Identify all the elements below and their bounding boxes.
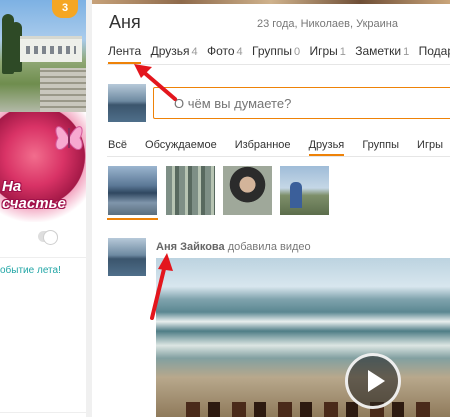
tab-label: Заметки: [355, 44, 402, 58]
sticker-caption: На счастье: [2, 178, 66, 212]
notification-badge[interactable]: 3: [52, 0, 78, 18]
tab-count: 4: [191, 46, 198, 58]
tab-friends[interactable]: Друзья 4: [151, 44, 198, 58]
avatar[interactable]: [108, 238, 146, 276]
divider: [0, 257, 86, 258]
page: 3 На счастье обытие лета! Аня 23 года, Н…: [0, 0, 450, 417]
butterfly-icon: [55, 126, 83, 151]
tab-label: Фото: [206, 44, 235, 58]
stairs-image: [40, 68, 86, 112]
tab-label: Подарк: [418, 44, 450, 58]
feed-filters: Всё Обсуждаемое Избранное Друзья Группы …: [108, 139, 450, 156]
selected-indicator: [107, 218, 158, 220]
tab-label: Друзья: [150, 44, 190, 58]
video-preview[interactable]: [156, 258, 450, 417]
author-link[interactable]: Аня Зайкова: [156, 241, 225, 253]
tab-count: 1: [339, 46, 346, 58]
palace-image: [20, 36, 82, 62]
activity-header: Аня Зайкова добавила видео: [156, 241, 311, 253]
divider: [0, 412, 86, 413]
column-divider: [86, 0, 92, 417]
friend-thumbnail[interactable]: [108, 166, 157, 215]
filter-friends[interactable]: Друзья: [308, 139, 345, 156]
arrow-head-icon: [134, 64, 152, 78]
tab-count: 4: [236, 46, 243, 58]
toggle-switch[interactable]: [38, 230, 58, 245]
profile-info: 23 года, Николаев, Украина: [257, 18, 398, 30]
post-composer: [108, 84, 450, 122]
profile-name[interactable]: Аня: [109, 12, 141, 33]
tab-label: Лента: [108, 44, 142, 58]
tab-count: 0: [293, 46, 301, 58]
tab-games[interactable]: Игры 1: [309, 44, 345, 58]
event-link[interactable]: обытие лета!: [0, 265, 61, 276]
tab-feed[interactable]: Лента: [108, 44, 142, 64]
nav-divider: [107, 64, 450, 65]
tab-count: 1: [403, 46, 410, 58]
tab-notes[interactable]: Заметки 1: [355, 44, 409, 58]
tab-label: Игры: [309, 44, 338, 58]
status-input[interactable]: [153, 87, 450, 119]
filter-discussed[interactable]: Обсуждаемое: [145, 139, 217, 151]
tab-gifts[interactable]: Подарк: [419, 44, 450, 58]
profile-nav: Лента Друзья 4 Фото 4 Группы 0 Игры 1 Заметк…: [108, 44, 450, 64]
filter-divider: [107, 156, 450, 157]
friend-thumbnail[interactable]: [280, 166, 329, 215]
cover-strip: [92, 0, 450, 4]
filter-all[interactable]: Всё: [108, 139, 127, 151]
tab-label: Группы: [252, 44, 292, 58]
filter-favorites[interactable]: Избранное: [235, 139, 291, 151]
play-icon: [368, 370, 385, 392]
filter-groups[interactable]: Группы: [362, 139, 399, 151]
play-button[interactable]: [345, 353, 401, 409]
tab-groups[interactable]: Группы 0: [252, 44, 300, 58]
left-sidebar: 3 На счастье обытие лета!: [0, 0, 86, 417]
avatar[interactable]: [108, 84, 146, 122]
horses-image: [186, 402, 436, 417]
friend-thumbnail[interactable]: [166, 166, 215, 215]
filter-games[interactable]: Игры: [417, 139, 443, 151]
profile-photo[interactable]: [0, 0, 86, 112]
tab-photos[interactable]: Фото 4: [207, 44, 243, 58]
activity-action: добавила видео: [227, 241, 311, 253]
friend-thumbnail[interactable]: [223, 166, 272, 215]
